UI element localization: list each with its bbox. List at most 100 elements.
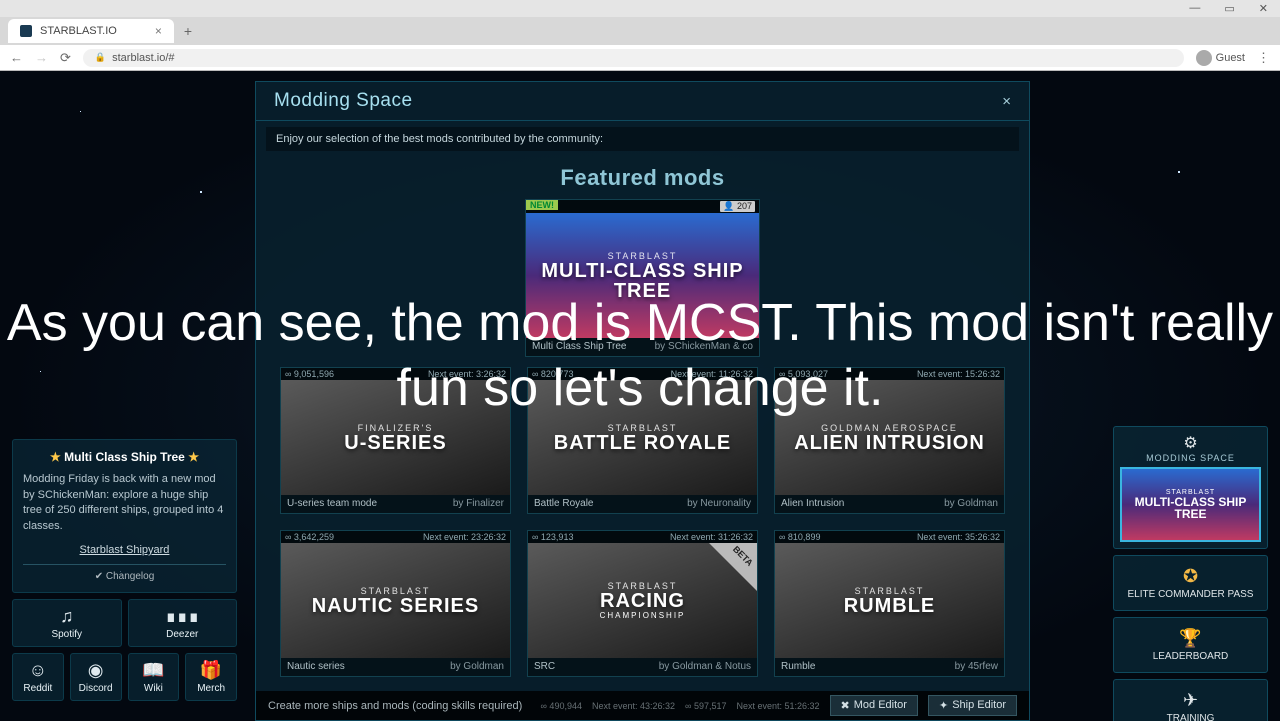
merch-button[interactable]: 🎁Merch [185, 653, 237, 701]
mod-card[interactable]: ∞ 123,913Next event: 31:26:32BETASTARBLA… [527, 530, 758, 677]
discord-icon: ◉ [71, 660, 121, 681]
card-caption: Rumbleby 45rfew [775, 658, 1004, 676]
discord-button[interactable]: ◉Discord [70, 653, 122, 701]
close-icon[interactable]: ✕ [1259, 2, 1268, 15]
check-icon: ✔ [95, 571, 103, 582]
tab-close-icon[interactable]: × [155, 24, 162, 38]
card-stats: ∞ 5,093,027Next event: 15:26:32 [775, 368, 1004, 380]
leaderboard-button[interactable]: 🏆 LEADERBOARD [1113, 617, 1268, 673]
deezer-button[interactable]: ∎∎∎Deezer [128, 599, 238, 647]
lock-icon: 🔒 [95, 52, 106, 63]
ship-editor-button[interactable]: ✦Ship Editor [928, 695, 1017, 716]
page: ★ Multi Class Ship Tree ★ Modding Friday… [0, 71, 1280, 721]
right-panel: ⚙ MODDING SPACE STARBLAST MULTI-CLASS SH… [1113, 426, 1268, 721]
beta-badge: BETA [709, 543, 757, 591]
reddit-button[interactable]: ☺Reddit [12, 653, 64, 701]
deezer-icon: ∎∎∎ [129, 606, 237, 627]
merch-icon: 🎁 [186, 660, 236, 681]
info-body: Modding Friday is back with a new mod by… [23, 472, 226, 534]
card-stats: 👤 207 [526, 200, 759, 213]
modding-space-icon: ⚙ [1120, 433, 1261, 453]
wiki-icon: 📖 [129, 660, 179, 681]
mods-grid: ∞ 9,051,596Next event: 3:26:32FINALIZER'… [256, 367, 1029, 677]
trophy-icon: 🏆 [1118, 628, 1263, 649]
left-panel: ★ Multi Class Ship Tree ★ Modding Friday… [12, 439, 237, 701]
url-field[interactable]: 🔒 starblast.io/# [83, 49, 1184, 67]
window-controls: — ▭ ✕ [0, 0, 1280, 17]
spotify-button[interactable]: ♫Spotify [12, 599, 122, 647]
info-box: ★ Multi Class Ship Tree ★ Modding Friday… [12, 439, 237, 593]
browser-tab[interactable]: STARBLAST.IO × [8, 19, 174, 43]
tab-bar: STARBLAST.IO × + [0, 17, 1280, 45]
browser-chrome: — ▭ ✕ STARBLAST.IO × + ← → ⟳ 🔒 starblast… [0, 0, 1280, 71]
shipyard-link[interactable]: Starblast Shipyard [23, 544, 226, 556]
player-count: 👤 207 [720, 201, 755, 212]
modal-header: Modding Space × [256, 82, 1029, 121]
bottom-text: Create more ships and mods (coding skill… [268, 700, 531, 712]
modding-space-box[interactable]: ⚙ MODDING SPACE STARBLAST MULTI-CLASS SH… [1113, 426, 1268, 549]
community-row: ☺Reddit ◉Discord 📖Wiki 🎁Merch [12, 653, 237, 701]
reddit-icon: ☺ [13, 660, 63, 681]
changelog-link[interactable]: ✔ Changelog [23, 564, 226, 582]
card-image: STARBLASTRUMBLE [775, 543, 1004, 658]
card-caption: U-series team modeby Finalizer [281, 495, 510, 513]
card-image: STARBLAST MULTI-CLASS SHIP TREE [526, 213, 759, 338]
wiki-button[interactable]: 📖Wiki [128, 653, 180, 701]
card-stats: ∞ 810,899Next event: 35:26:32 [775, 531, 1004, 543]
card-caption: Multi Class Ship Tree by SChickenMan & c… [526, 338, 759, 356]
card-image: BETASTARBLASTRACINGCHAMPIONSHIP [528, 543, 757, 658]
ship-icon: ✈ [1118, 690, 1263, 711]
modding-space-modal: Modding Space × Enjoy our selection of t… [255, 81, 1030, 721]
star-icon: ★ [188, 450, 199, 464]
tab-favicon-icon [20, 25, 32, 37]
mod-card[interactable]: ∞ 3,642,259Next event: 23:26:32STARBLAST… [280, 530, 511, 677]
wrench-icon: ✖ [841, 699, 850, 712]
back-icon[interactable]: ← [10, 50, 23, 65]
maximize-icon[interactable]: ▭ [1224, 2, 1234, 15]
card-stats: ∞ 123,913Next event: 31:26:32 [528, 531, 757, 543]
featured-heading: Featured mods [256, 165, 1029, 191]
card-image: STARBLASTBATTLE ROYALE [528, 380, 757, 495]
mod-editor-button[interactable]: ✖Mod Editor [830, 695, 918, 716]
card-caption: Alien Intrusionby Goldman [775, 495, 1004, 513]
card-image: STARBLASTNAUTIC SERIES [281, 543, 510, 658]
badge-icon: ✪ [1118, 566, 1263, 587]
bottom-bar: Create more ships and mods (coding skill… [256, 691, 1029, 720]
mod-card[interactable]: ∞ 9,051,596Next event: 3:26:32FINALIZER'… [280, 367, 511, 514]
card-caption: Nautic seriesby Goldman [281, 658, 510, 676]
info-title: ★ Multi Class Ship Tree ★ [23, 450, 226, 464]
mod-card[interactable]: ∞ 820,773Next event: 11:26:32STARBLASTBA… [527, 367, 758, 514]
card-stats: ∞ 3,642,259Next event: 23:26:32 [281, 531, 510, 543]
card-stats: ∞ 820,773Next event: 11:26:32 [528, 368, 757, 380]
forward-icon[interactable]: → [35, 50, 48, 65]
reload-icon[interactable]: ⟳ [60, 50, 71, 66]
modding-space-thumbnail: STARBLAST MULTI-CLASS SHIP TREE [1120, 467, 1261, 542]
spotify-icon: ♫ [13, 606, 121, 627]
card-caption: Battle Royaleby Neuronality [528, 495, 757, 513]
address-bar: ← → ⟳ 🔒 starblast.io/# Guest ⋮ [0, 45, 1280, 71]
new-badge: NEW! [526, 200, 558, 210]
elite-commander-button[interactable]: ✪ ELITE COMMANDER PASS [1113, 555, 1268, 611]
new-tab-icon[interactable]: + [184, 23, 192, 39]
card-image: FINALIZER'SU-SERIES [281, 380, 510, 495]
avatar-icon [1196, 50, 1212, 66]
menu-icon[interactable]: ⋮ [1257, 50, 1270, 66]
card-image: GOLDMAN AEROSPACEALIEN INTRUSION [775, 380, 1004, 495]
star-icon: ★ [50, 450, 61, 464]
guest-profile-button[interactable]: Guest [1196, 50, 1245, 66]
music-row: ♫Spotify ∎∎∎Deezer [12, 599, 237, 647]
featured-mod-card[interactable]: NEW! 👤 207 STARBLAST MULTI-CLASS SHIP TR… [525, 199, 760, 357]
card-caption: SRCby Goldman & Notus [528, 658, 757, 676]
minimize-icon[interactable]: — [1189, 2, 1200, 15]
tab-title: STARBLAST.IO [40, 25, 117, 37]
modal-title: Modding Space [274, 90, 413, 112]
mod-card[interactable]: ∞ 810,899Next event: 35:26:32STARBLASTRU… [774, 530, 1005, 677]
modal-close-button[interactable]: × [1002, 93, 1011, 110]
ship-icon: ✦ [939, 699, 948, 712]
guest-label: Guest [1216, 52, 1245, 64]
card-stats: ∞ 9,051,596Next event: 3:26:32 [281, 368, 510, 380]
mod-card[interactable]: ∞ 5,093,027Next event: 15:26:32GOLDMAN A… [774, 367, 1005, 514]
modal-subtitle: Enjoy our selection of the best mods con… [266, 127, 1019, 151]
url-text: starblast.io/# [112, 52, 174, 64]
training-button[interactable]: ✈ TRAINING [1113, 679, 1268, 721]
